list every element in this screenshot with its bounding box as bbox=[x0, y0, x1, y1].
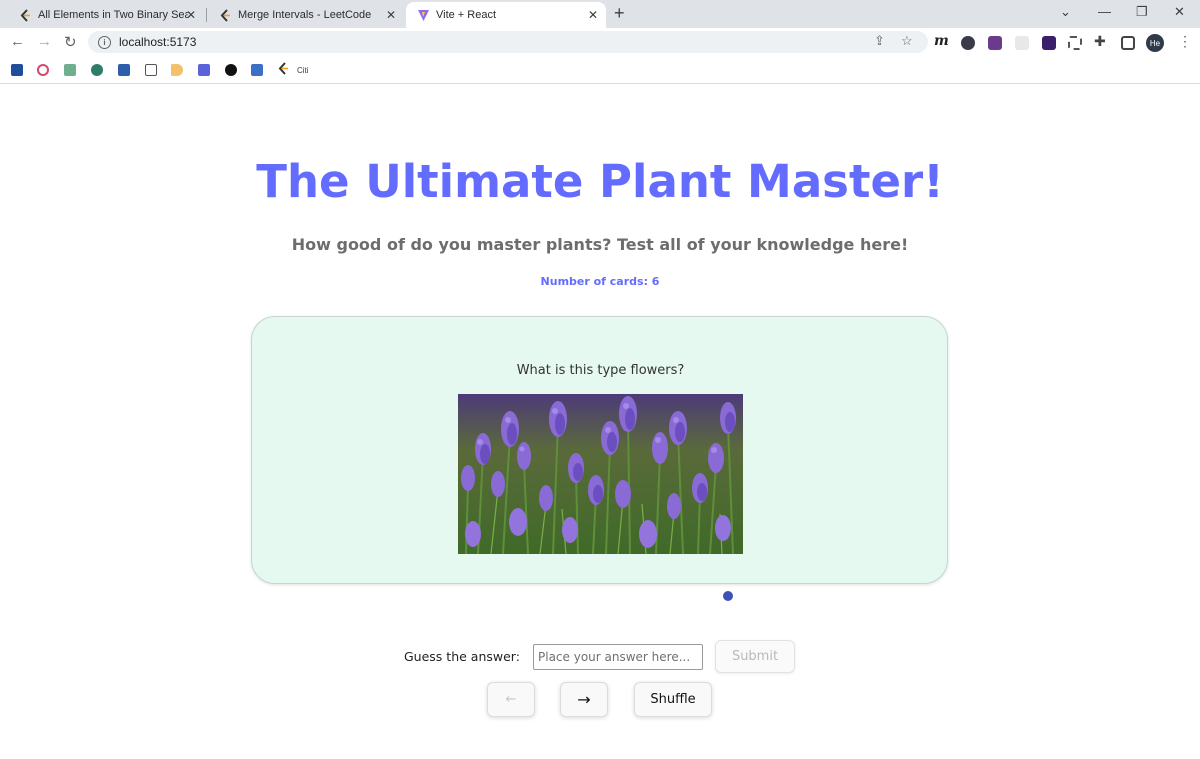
close-icon[interactable]: ✕ bbox=[386, 8, 396, 22]
tab-vite-react[interactable]: Vite + React ✕ bbox=[406, 2, 606, 28]
avatar[interactable]: He bbox=[1146, 34, 1164, 52]
extension-camera-icon[interactable] bbox=[961, 36, 975, 50]
vite-icon bbox=[416, 8, 430, 22]
card-question: What is this type flowers? bbox=[516, 363, 685, 378]
bookmark-icon[interactable] bbox=[251, 64, 263, 76]
back-arrow-icon[interactable]: ← bbox=[10, 33, 25, 50]
menu-icon[interactable]: ⋮ bbox=[1178, 33, 1192, 50]
github-icon[interactable] bbox=[225, 64, 237, 76]
chevron-down-icon[interactable]: ⌄ bbox=[1060, 4, 1071, 20]
shuffle-button[interactable]: Shuffle bbox=[634, 682, 712, 717]
bookmark-icon[interactable] bbox=[171, 64, 183, 76]
extension-m-icon[interactable]: m bbox=[934, 33, 949, 49]
extension-color-icon[interactable] bbox=[988, 36, 1002, 50]
bookmark-icon[interactable] bbox=[198, 64, 210, 76]
site-info-icon[interactable]: i bbox=[98, 35, 111, 49]
page-title: The Ultimate Plant Master! bbox=[256, 155, 944, 208]
leetcode-icon[interactable] bbox=[277, 62, 289, 80]
answer-input[interactable] bbox=[533, 644, 703, 670]
tab-divider bbox=[206, 8, 207, 22]
guess-label: Guess the answer: bbox=[404, 649, 520, 664]
submit-button[interactable]: Submit bbox=[715, 640, 795, 673]
leetcode-icon bbox=[18, 8, 32, 22]
page-content: The Ultimate Plant Master! How good of d… bbox=[0, 85, 1200, 759]
leetcode-icon bbox=[218, 8, 232, 22]
guess-form: Guess the answer: Submit bbox=[0, 640, 1200, 673]
tab-title: Vite + React bbox=[436, 9, 497, 21]
next-button[interactable]: → bbox=[560, 682, 608, 717]
address-bar[interactable]: i localhost:5173 bbox=[88, 31, 928, 53]
close-icon[interactable]: ✕ bbox=[588, 8, 598, 22]
extensions-puzzle-icon[interactable]: ✚ bbox=[1094, 33, 1106, 50]
bookmark-icon[interactable] bbox=[145, 64, 157, 76]
minimize-icon[interactable]: — bbox=[1098, 4, 1111, 19]
bookmark-icon[interactable] bbox=[64, 64, 76, 76]
forward-arrow-icon[interactable]: → bbox=[37, 33, 52, 50]
browser-tab-bar: All Elements in Two Binary Sea ✕ Merge I… bbox=[0, 0, 1200, 28]
card-count: Number of cards: 6 bbox=[540, 275, 660, 288]
bookmark-icon[interactable] bbox=[11, 64, 23, 76]
page-subtitle: How good of do you master plants? Test a… bbox=[291, 235, 909, 254]
close-icon[interactable]: ✕ bbox=[186, 8, 196, 22]
tab-title: Merge Intervals - LeetCode bbox=[238, 9, 372, 21]
side-panel-icon[interactable] bbox=[1121, 36, 1135, 50]
progress-dot bbox=[723, 591, 733, 601]
extension-pdf-icon[interactable] bbox=[1042, 36, 1056, 50]
previous-button[interactable]: ← bbox=[487, 682, 535, 717]
tab-title: All Elements in Two Binary Sea bbox=[38, 9, 188, 21]
extension-capture-icon[interactable] bbox=[1068, 36, 1082, 50]
reload-icon[interactable]: ↻ bbox=[64, 33, 77, 51]
bookmark-label[interactable]: Citi bbox=[297, 66, 309, 75]
lavender-image bbox=[458, 394, 743, 554]
extension-ghost-icon[interactable] bbox=[1015, 36, 1029, 50]
bookmark-icon[interactable] bbox=[118, 64, 130, 76]
flashcard[interactable]: What is this type flowers? bbox=[251, 316, 948, 584]
tab-leetcode-binary-search[interactable]: All Elements in Two Binary Sea ✕ bbox=[8, 2, 204, 28]
url-text: localhost:5173 bbox=[119, 35, 197, 49]
tab-merge-intervals[interactable]: Merge Intervals - LeetCode ✕ bbox=[208, 2, 404, 28]
close-window-icon[interactable]: ✕ bbox=[1174, 4, 1185, 20]
restore-icon[interactable]: ❐ bbox=[1136, 4, 1148, 20]
bookmark-icon[interactable] bbox=[91, 64, 103, 76]
new-tab-icon[interactable]: + bbox=[614, 3, 625, 24]
bookmark-star-icon[interactable]: ☆ bbox=[901, 33, 913, 49]
bookmarks-bar: Citi bbox=[0, 57, 1200, 84]
share-icon[interactable]: ⇪ bbox=[874, 33, 885, 49]
card-navigation: ← → Shuffle bbox=[0, 682, 1200, 718]
bookmark-icon[interactable] bbox=[37, 64, 49, 76]
